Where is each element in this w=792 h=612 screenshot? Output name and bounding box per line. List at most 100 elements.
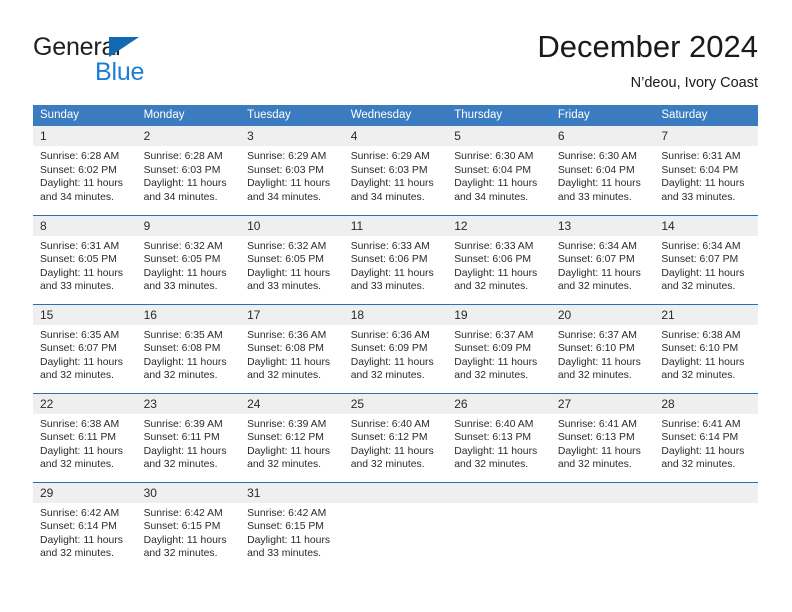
weekday-header-friday: Friday bbox=[550, 105, 655, 126]
daylight-duration-line2: and 32 minutes. bbox=[40, 370, 114, 382]
day-details: Sunrise: 6:42 AM Sunset: 6:14 PM Daylight:… bbox=[33, 503, 137, 561]
daylight-duration-line1: Daylight: 11 hours bbox=[247, 534, 331, 546]
daylight-duration-line2: and 32 minutes. bbox=[40, 459, 114, 471]
calendar-day-cell[interactable]: 30 Sunrise: 6:42 AM Sunset: 6:15 PM Dayligh… bbox=[136, 481, 241, 572]
sunset-time: Sunset: 6:03 PM bbox=[247, 164, 324, 176]
calendar-day-cell[interactable]: 31 Sunrise: 6:42 AM Sunset: 6:15 PM Dayligh… bbox=[240, 481, 344, 571]
day-number: 12 bbox=[447, 215, 551, 236]
calendar-day-cell[interactable]: 8 Sunrise: 6:31 AM Sunset: 6:05 PM Daylight… bbox=[33, 214, 137, 304]
day-cell-inner: 21 Sunrise: 6:38 AM Sunset: 6:10 PM Dayligh… bbox=[654, 304, 758, 393]
daylight-duration-line2: and 32 minutes. bbox=[454, 459, 529, 471]
calendar-day-cell[interactable]: 4 Sunrise: 6:29 AM Sunset: 6:03 PM Daylight… bbox=[343, 126, 448, 215]
sunset-time: Sunset: 6:07 PM bbox=[557, 254, 635, 266]
sunrise-time: Sunrise: 6:37 AM bbox=[557, 329, 637, 341]
calendar-day-cell[interactable]: 2 Sunrise: 6:28 AM Sunset: 6:03 PM Daylight… bbox=[136, 126, 241, 215]
sunrise-time: Sunrise: 6:29 AM bbox=[350, 151, 430, 162]
calendar-day-cell[interactable]: 19 Sunrise: 6:37 AM Sunset: 6:09 PM Dayligh… bbox=[447, 303, 551, 393]
day-details: Sunrise: 6:31 AM Sunset: 6:04 PM Daylight:… bbox=[654, 146, 758, 204]
day-number: 11 bbox=[343, 215, 448, 236]
calendar-day-cell[interactable]: 11 Sunrise: 6:33 AM Sunset: 6:06 PM Dayligh… bbox=[343, 214, 448, 304]
calendar-day-cell-empty bbox=[343, 481, 448, 572]
day-number: 23 bbox=[136, 393, 241, 414]
page-header: General Blue December 2024 N’deou, Ivory… bbox=[33, 28, 758, 100]
calendar-day-cell[interactable]: 12 Sunrise: 6:33 AM Sunset: 6:06 PM Dayligh… bbox=[447, 214, 551, 304]
calendar-day-cell[interactable]: 25 Sunrise: 6:40 AM Sunset: 6:12 PM Dayligh… bbox=[343, 392, 448, 482]
calendar-day-cell[interactable]: 24 Sunrise: 6:39 AM Sunset: 6:12 PM Dayligh… bbox=[240, 392, 344, 482]
calendar-day-cell[interactable]: 3 Sunrise: 6:29 AM Sunset: 6:03 PM Daylight… bbox=[240, 126, 344, 215]
sunrise-time: Sunrise: 6:33 AM bbox=[454, 240, 534, 252]
calendar-day-cell[interactable]: 13 Sunrise: 6:34 AM Sunset: 6:07 PM Dayligh… bbox=[550, 214, 655, 304]
sunrise-time: Sunrise: 6:29 AM bbox=[247, 151, 327, 162]
day-details: Sunrise: 6:30 AM Sunset: 6:04 PM Daylight:… bbox=[447, 146, 551, 204]
calendar-day-cell[interactable]: 21 Sunrise: 6:38 AM Sunset: 6:10 PM Dayligh… bbox=[654, 303, 758, 393]
day-details: Sunrise: 6:35 AM Sunset: 6:07 PM Daylight:… bbox=[33, 325, 137, 383]
day-cell-inner bbox=[343, 482, 448, 572]
daylight-duration-line1: Daylight: 11 hours bbox=[557, 267, 641, 279]
day-cell-inner: 30 Sunrise: 6:42 AM Sunset: 6:15 PM Dayligh… bbox=[136, 482, 241, 572]
sunset-time: Sunset: 6:08 PM bbox=[247, 343, 324, 355]
calendar-day-cell[interactable]: 20 Sunrise: 6:37 AM Sunset: 6:10 PM Dayligh… bbox=[550, 303, 655, 393]
day-cell-inner: 22 Sunrise: 6:38 AM Sunset: 6:11 PM Dayligh… bbox=[33, 393, 137, 482]
calendar-day-cell[interactable]: 14 Sunrise: 6:34 AM Sunset: 6:07 PM Dayligh… bbox=[654, 214, 758, 304]
day-number: 9 bbox=[136, 215, 241, 236]
sunset-time: Sunset: 6:11 PM bbox=[143, 432, 220, 444]
calendar-day-cell[interactable]: 15 Sunrise: 6:35 AM Sunset: 6:07 PM Dayligh… bbox=[33, 303, 137, 393]
day-cell-inner bbox=[550, 482, 655, 572]
day-cell-inner: 23 Sunrise: 6:39 AM Sunset: 6:11 PM Dayligh… bbox=[136, 393, 241, 482]
daylight-duration-line2: and 32 minutes. bbox=[247, 459, 322, 471]
logo-text-blue: Blue bbox=[95, 58, 145, 86]
calendar-day-cell[interactable]: 28 Sunrise: 6:41 AM Sunset: 6:14 PM Dayligh… bbox=[654, 392, 758, 482]
blue-triangle-icon bbox=[109, 37, 139, 57]
calendar-day-cell[interactable]: 10 Sunrise: 6:32 AM Sunset: 6:05 PM Dayligh… bbox=[240, 214, 344, 304]
daylight-duration-line1: Daylight: 11 hours bbox=[661, 356, 745, 368]
day-number: 21 bbox=[654, 304, 758, 325]
calendar-day-cell[interactable]: 22 Sunrise: 6:38 AM Sunset: 6:11 PM Dayligh… bbox=[33, 392, 137, 482]
day-cell-inner: 9 Sunrise: 6:32 AM Sunset: 6:05 PM Daylight… bbox=[136, 215, 241, 304]
daylight-duration-line2: and 32 minutes. bbox=[143, 370, 218, 382]
calendar-day-cell[interactable]: 5 Sunrise: 6:30 AM Sunset: 6:04 PM Daylight… bbox=[447, 126, 551, 215]
day-details: Sunrise: 6:34 AM Sunset: 6:07 PM Daylight:… bbox=[654, 236, 758, 294]
sunrise-time: Sunrise: 6:41 AM bbox=[661, 418, 741, 430]
day-number: 3 bbox=[240, 126, 344, 146]
calendar-day-cell[interactable]: 1 Sunrise: 6:28 AM Sunset: 6:02 PM Daylight… bbox=[33, 126, 137, 215]
day-cell-inner: 5 Sunrise: 6:30 AM Sunset: 6:04 PM Daylight… bbox=[447, 126, 551, 215]
sunrise-time: Sunrise: 6:31 AM bbox=[661, 151, 741, 162]
calendar-day-cell[interactable]: 7 Sunrise: 6:31 AM Sunset: 6:04 PM Daylight… bbox=[654, 126, 758, 215]
sunset-time: Sunset: 6:15 PM bbox=[143, 521, 221, 533]
calendar-day-cell[interactable]: 27 Sunrise: 6:41 AM Sunset: 6:13 PM Dayligh… bbox=[550, 392, 655, 482]
daylight-duration-line1: Daylight: 11 hours bbox=[247, 267, 331, 279]
day-details: Sunrise: 6:32 AM Sunset: 6:05 PM Daylight:… bbox=[137, 236, 241, 294]
sunset-time: Sunset: 6:09 PM bbox=[350, 343, 428, 355]
calendar-body: 1 Sunrise: 6:28 AM Sunset: 6:02 PM Daylight… bbox=[33, 126, 758, 571]
sunrise-time: Sunrise: 6:34 AM bbox=[557, 240, 637, 252]
sunrise-time: Sunrise: 6:28 AM bbox=[143, 151, 223, 162]
day-cell-inner: 24 Sunrise: 6:39 AM Sunset: 6:12 PM Dayligh… bbox=[240, 393, 344, 482]
sunrise-time: Sunrise: 6:41 AM bbox=[557, 418, 637, 430]
day-cell-inner: 25 Sunrise: 6:40 AM Sunset: 6:12 PM Dayligh… bbox=[343, 393, 448, 482]
calendar-day-cell[interactable]: 16 Sunrise: 6:35 AM Sunset: 6:08 PM Dayligh… bbox=[136, 303, 241, 393]
sunset-time: Sunset: 6:06 PM bbox=[454, 254, 532, 266]
daylight-duration-line2: and 34 minutes. bbox=[454, 191, 529, 203]
location-subtitle: N’deou, Ivory Coast bbox=[630, 75, 758, 91]
day-details: Sunrise: 6:29 AM Sunset: 6:03 PM Daylight:… bbox=[240, 146, 344, 204]
day-details: Sunrise: 6:37 AM Sunset: 6:10 PM Daylight:… bbox=[551, 325, 655, 383]
calendar-day-cell[interactable]: 29 Sunrise: 6:42 AM Sunset: 6:14 PM Dayligh… bbox=[33, 481, 137, 571]
calendar-day-cell[interactable]: 23 Sunrise: 6:39 AM Sunset: 6:11 PM Dayligh… bbox=[136, 392, 241, 482]
day-number: 15 bbox=[33, 304, 137, 325]
sunrise-time: Sunrise: 6:32 AM bbox=[247, 240, 327, 252]
calendar-day-cell[interactable]: 9 Sunrise: 6:32 AM Sunset: 6:05 PM Daylight… bbox=[136, 214, 241, 304]
calendar-day-cell[interactable]: 26 Sunrise: 6:40 AM Sunset: 6:13 PM Dayligh… bbox=[447, 392, 551, 482]
sunrise-time: Sunrise: 6:38 AM bbox=[661, 329, 741, 341]
sunrise-time: Sunrise: 6:30 AM bbox=[454, 151, 534, 162]
calendar-day-cell[interactable]: 17 Sunrise: 6:36 AM Sunset: 6:08 PM Dayligh… bbox=[240, 303, 344, 393]
calendar-day-cell[interactable]: 6 Sunrise: 6:30 AM Sunset: 6:04 PM Daylight… bbox=[550, 126, 655, 215]
weekday-header-monday: Monday bbox=[136, 105, 241, 126]
daylight-duration-line2: and 32 minutes. bbox=[557, 459, 632, 471]
general-blue-logo[interactable]: General Blue bbox=[33, 32, 273, 94]
sunrise-time: Sunrise: 6:36 AM bbox=[247, 329, 327, 341]
calendar-day-cell[interactable]: 18 Sunrise: 6:36 AM Sunset: 6:09 PM Dayligh… bbox=[343, 303, 448, 393]
day-details: Sunrise: 6:40 AM Sunset: 6:13 PM Daylight:… bbox=[447, 414, 551, 472]
sunset-time: Sunset: 6:15 PM bbox=[247, 521, 324, 533]
daylight-duration-line2: and 32 minutes. bbox=[454, 281, 529, 293]
daylight-duration-line2: and 32 minutes. bbox=[143, 459, 218, 471]
